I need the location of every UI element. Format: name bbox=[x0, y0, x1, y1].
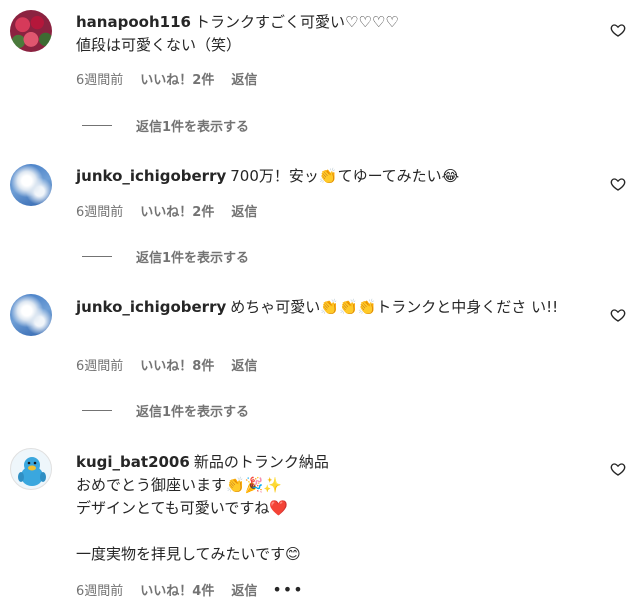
like-heart-icon[interactable] bbox=[610, 307, 626, 323]
view-replies-label: 返信1件を表示する bbox=[136, 120, 250, 135]
like-heart-icon[interactable] bbox=[610, 22, 626, 38]
like-heart-icon[interactable] bbox=[610, 176, 626, 192]
like-heart-icon[interactable] bbox=[610, 461, 626, 477]
comment-body: junko_ichigoberry 700万！安ッ👏てゆーてみたい😂 bbox=[76, 165, 594, 188]
comment-text: めちゃ可愛い👏👏👏トランクと中身くださ い!! bbox=[230, 298, 559, 316]
reply-button[interactable]: 返信 bbox=[231, 69, 257, 88]
avatar[interactable] bbox=[10, 294, 52, 336]
comment-body: junko_ichigoberry めちゃ可愛い👏👏👏トランクと中身くださ い!! bbox=[76, 296, 560, 319]
view-replies-label: 返信1件を表示する bbox=[136, 405, 250, 420]
view-replies-button[interactable]: 返信1件を表示する bbox=[82, 116, 249, 135]
reply-button[interactable]: 返信 bbox=[231, 201, 257, 220]
comment-text: 700万！安ッ👏てゆーてみたい😂 bbox=[230, 167, 460, 185]
divider bbox=[82, 256, 112, 257]
divider bbox=[82, 410, 112, 411]
comment-username[interactable]: junko_ichigoberry bbox=[76, 167, 226, 185]
comment-meta: 6週間前 いいね！8件 返信 bbox=[76, 355, 257, 374]
comment-time[interactable]: 6週間前 bbox=[76, 580, 123, 599]
bird-avatar-icon bbox=[18, 457, 46, 486]
reply-button[interactable]: 返信 bbox=[231, 580, 257, 599]
avatar[interactable] bbox=[10, 448, 52, 490]
comment-likes[interactable]: いいね！8件 bbox=[140, 355, 214, 374]
comment-username[interactable]: kugi_bat2006 bbox=[76, 453, 190, 471]
comment-username[interactable]: hanapooh116 bbox=[76, 13, 191, 31]
comment-likes[interactable]: いいね！4件 bbox=[140, 580, 214, 599]
avatar[interactable] bbox=[10, 10, 52, 52]
more-options-icon[interactable]: ••• bbox=[272, 580, 303, 599]
comment-likes[interactable]: いいね！2件 bbox=[140, 201, 214, 220]
comment-time[interactable]: 6週間前 bbox=[76, 201, 123, 220]
comment-meta: 6週間前 いいね！2件 返信 bbox=[76, 69, 257, 88]
reply-button[interactable]: 返信 bbox=[231, 355, 257, 374]
view-replies-button[interactable]: 返信1件を表示する bbox=[82, 401, 249, 420]
comment-body: kugi_bat2006 新品のトランク納品 おめでとう御座います👏🎉✨ デザイン… bbox=[76, 451, 594, 566]
avatar[interactable] bbox=[10, 164, 52, 206]
view-replies-button[interactable]: 返信1件を表示する bbox=[82, 247, 249, 266]
view-replies-label: 返信1件を表示する bbox=[136, 251, 250, 266]
comment-time[interactable]: 6週間前 bbox=[76, 355, 123, 374]
comment-meta: 6週間前 いいね！2件 返信 bbox=[76, 201, 257, 220]
comment-body: hanapooh116 トランクすごく可愛い♡♡♡♡ 値段は可愛くない（笑） bbox=[76, 11, 594, 57]
comment-username[interactable]: junko_ichigoberry bbox=[76, 298, 226, 316]
comment-likes[interactable]: いいね！2件 bbox=[140, 69, 214, 88]
divider bbox=[82, 125, 112, 126]
comment-time[interactable]: 6週間前 bbox=[76, 69, 123, 88]
comment-meta: 6週間前 いいね！4件 返信 ••• bbox=[76, 580, 304, 599]
